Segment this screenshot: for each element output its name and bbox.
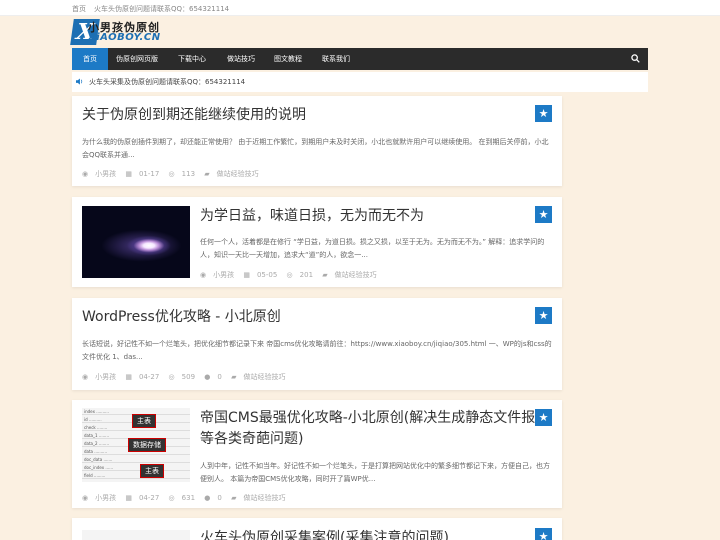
eye-icon: ◎ (168, 170, 175, 178)
post-comments: 0 (217, 373, 222, 381)
folder-icon: ▰ (231, 494, 237, 502)
post-views: 201 (299, 271, 314, 279)
comment-icon: ● (204, 494, 211, 502)
star-icon[interactable]: ★ (535, 307, 552, 324)
site-header: X 小男孩伪原创 XiAOBOY.CN (0, 16, 720, 46)
folder-icon: ▰ (322, 271, 328, 279)
post-thumbnail[interactable]: index .......... id .......... check ...… (82, 408, 190, 482)
post-title-cont[interactable]: 等各类奇葩问题) (200, 429, 303, 449)
post-card: 关于伪原创到期还能继续使用的说明 ★ 为什么我的伪原创插件到期了，却还能正常使用… (72, 96, 562, 186)
post-views: 509 (181, 373, 196, 381)
eye-icon: ◎ (168, 494, 175, 502)
post-date: 04-27 (138, 373, 160, 381)
thumb-tag: 主表 (140, 464, 164, 478)
post-views: 113 (181, 170, 196, 178)
search-icon[interactable] (631, 54, 640, 63)
post-date: 05-05 (256, 271, 278, 279)
notice-text: 火车头采集及伪原创问题请联系QQ：654321114 (89, 78, 246, 86)
post-title[interactable]: 为学日益，味道日损，无为而无不为 (200, 206, 424, 226)
thumb-tag: 数据存储 (128, 438, 166, 452)
star-icon[interactable]: ★ (535, 105, 552, 122)
user-icon: ◉ (82, 494, 89, 502)
star-icon[interactable]: ★ (535, 206, 552, 223)
post-card: 火车头伪原创采集案例(采集注意的问题) ★ (72, 518, 562, 540)
post-excerpt: 人到中年，记性不如当年。好记性不如一个烂笔头，于是打算把网站优化中的繁多细节都记… (200, 462, 550, 483)
post-meta: ◉ 小男孩 ▦ 01-17 ◎ 113 ▰ 做站经验技巧 (82, 169, 266, 179)
star-icon[interactable]: ★ (535, 409, 552, 426)
post-date: 04-27 (138, 494, 160, 502)
user-icon: ◉ (82, 373, 89, 381)
calendar-icon: ▦ (125, 494, 132, 502)
calendar-icon: ▦ (125, 373, 132, 381)
eye-icon: ◎ (168, 373, 175, 381)
top-bar: 首页 火车头伪原创问题请联系QQ：654321114 (0, 0, 720, 16)
post-card: WordPress优化攻略 - 小北原创 ★ 长话短说，好记性不如一个烂笔头，把… (72, 298, 562, 390)
post-date: 01-17 (138, 170, 160, 178)
post-author[interactable]: 小男孩 (95, 170, 116, 178)
post-excerpt: 为什么我的伪原创插件到期了，却还能正常使用？ 由于近期工作繁忙，到期用户未及时关… (82, 138, 549, 159)
post-thumbnail[interactable] (82, 530, 190, 540)
notice-bar: 火车头采集及伪原创问题请联系QQ：654321114 (72, 72, 648, 92)
thumb-tag: 主表 (132, 414, 156, 428)
post-card: 为学日益，味道日损，无为而无不为 ★ 任何一个人，活着都是在修行 “学日益，为道… (72, 197, 562, 287)
nav-online-tool[interactable]: 伪原创网页版 (108, 48, 166, 70)
post-excerpt: 任何一个人，活着都是在修行 “学日益，为道日损。损之又损，以至于无为。无为而无不… (200, 238, 545, 259)
post-thumbnail[interactable] (82, 206, 190, 278)
post-category[interactable]: 做站经验技巧 (335, 271, 377, 279)
post-title[interactable]: 帝国CMS最强优化攻略-小北原创(解决生成静态文件报 (200, 408, 535, 428)
post-meta: ◉ 小男孩 ▦ 05-05 ◎ 201 ▰ 做站经验技巧 (200, 270, 384, 280)
star-icon[interactable]: ★ (535, 528, 552, 540)
post-comments: 0 (217, 494, 222, 502)
site-logo[interactable]: X 小男孩伪原创 XiAOBOY.CN (70, 19, 176, 45)
user-icon: ◉ (82, 170, 89, 178)
post-title[interactable]: 关于伪原创到期还能继续使用的说明 (82, 105, 306, 125)
post-card: index .......... id .......... check ...… (72, 400, 562, 508)
nav-tutorials[interactable]: 图文教程 (264, 48, 312, 70)
post-author[interactable]: 小男孩 (213, 271, 234, 279)
post-meta: ◉ 小男孩 ▦ 04-27 ◎ 631 ● 0 ▰ 做站经验技巧 (82, 493, 292, 503)
folder-icon: ▰ (231, 373, 237, 381)
comment-icon: ● (204, 373, 211, 381)
post-title[interactable]: 火车头伪原创采集案例(采集注意的问题) (200, 528, 449, 540)
calendar-icon: ▦ (243, 271, 250, 279)
post-category[interactable]: 做站经验技巧 (217, 170, 259, 178)
logo-en-text: XiAOBOY.CN (88, 32, 161, 43)
nav-home[interactable]: 首页 (72, 48, 108, 70)
calendar-icon: ▦ (125, 170, 132, 178)
post-excerpt: 长话短说，好记性不如一个烂笔头，把优化细节都记录下来 帝国cms优化攻略请前往：… (82, 340, 552, 361)
post-title[interactable]: WordPress优化攻略 - 小北原创 (82, 307, 281, 327)
nav-tips[interactable]: 做站技巧 (218, 48, 264, 70)
nav-downloads[interactable]: 下载中心 (166, 48, 218, 70)
post-author[interactable]: 小男孩 (95, 494, 116, 502)
eye-icon: ◎ (286, 271, 293, 279)
post-author[interactable]: 小男孩 (95, 373, 116, 381)
folder-icon: ▰ (204, 170, 210, 178)
post-category[interactable]: 做站经验技巧 (243, 494, 285, 502)
nav-contact[interactable]: 联系我们 (312, 48, 360, 70)
post-views: 631 (181, 494, 196, 502)
main-nav: 首页 伪原创网页版 下载中心 做站技巧 图文教程 联系我们 (72, 48, 648, 70)
post-category[interactable]: 做站经验技巧 (243, 373, 285, 381)
top-home-link[interactable]: 首页 (72, 4, 86, 14)
top-notice-text: 火车头伪原创问题请联系QQ：654321114 (94, 5, 230, 13)
user-icon: ◉ (200, 271, 207, 279)
speaker-icon (76, 78, 83, 85)
post-meta: ◉ 小男孩 ▦ 04-27 ◎ 509 ● 0 ▰ 做站经验技巧 (82, 372, 292, 382)
